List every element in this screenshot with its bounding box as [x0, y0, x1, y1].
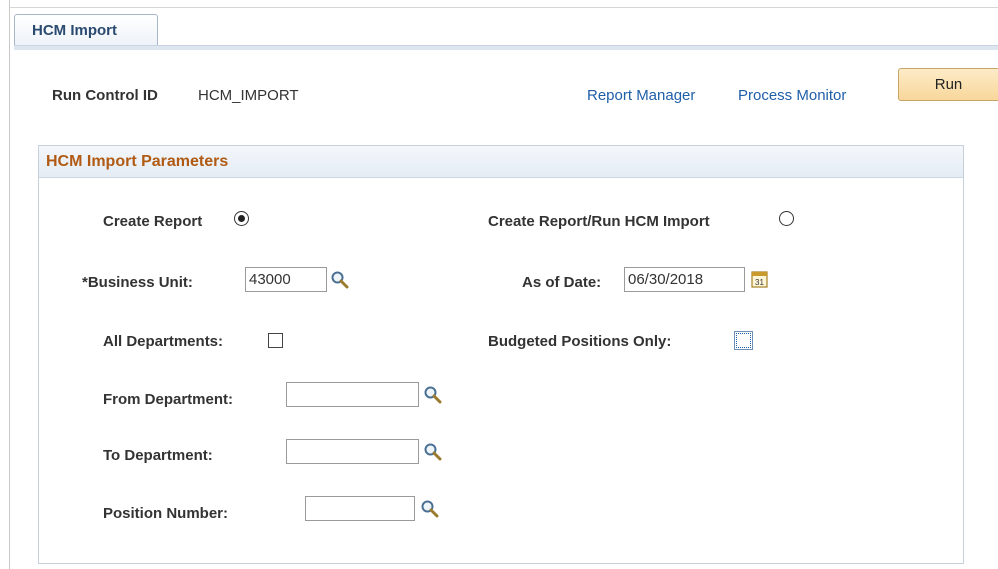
- business-unit-label: *Business Unit:: [82, 274, 193, 291]
- as-of-date-label: As of Date:: [522, 274, 602, 291]
- business-unit-lookup-icon[interactable]: [330, 270, 349, 289]
- create-report-radio[interactable]: [234, 211, 249, 226]
- to-department-label: To Department:: [103, 447, 213, 464]
- hcm-import-parameters-group: HCM Import Parameters: [38, 145, 964, 564]
- position-number-lookup-icon[interactable]: [420, 499, 439, 518]
- run-control-label: Run Control ID: [52, 87, 158, 104]
- calendar-day-text: 31: [755, 278, 764, 287]
- create-run-label: Create Report/Run HCM Import: [488, 213, 710, 230]
- frame-left-border: [9, 0, 10, 569]
- report-manager-link[interactable]: Report Manager: [587, 87, 695, 104]
- frame-top-border: [9, 7, 998, 8]
- from-department-label: From Department:: [103, 391, 234, 408]
- create-run-radio[interactable]: [779, 211, 794, 226]
- calendar-icon[interactable]: 31: [751, 270, 768, 288]
- run-control-value: HCM_IMPORT: [198, 87, 299, 104]
- budgeted-positions-label: Budgeted Positions Only:: [488, 333, 672, 350]
- position-number-label: Position Number:: [103, 505, 229, 522]
- position-number-input[interactable]: [305, 496, 415, 521]
- all-departments-checkbox[interactable]: [268, 333, 283, 348]
- from-department-lookup-icon[interactable]: [423, 385, 442, 404]
- all-departments-label: All Departments:: [103, 333, 224, 350]
- budgeted-positions-checkbox[interactable]: [734, 331, 753, 350]
- tab-underline: [14, 45, 998, 50]
- process-monitor-link[interactable]: Process Monitor: [738, 87, 846, 104]
- to-department-input[interactable]: [286, 439, 419, 464]
- group-title: HCM Import Parameters: [39, 146, 963, 178]
- tab-hcm-import[interactable]: HCM Import: [14, 14, 158, 45]
- business-unit-input[interactable]: [245, 267, 327, 292]
- run-button[interactable]: Run: [898, 68, 998, 101]
- from-department-input[interactable]: [286, 382, 419, 407]
- create-report-label: Create Report: [103, 213, 203, 230]
- to-department-lookup-icon[interactable]: [423, 442, 442, 461]
- as-of-date-input[interactable]: [624, 267, 745, 292]
